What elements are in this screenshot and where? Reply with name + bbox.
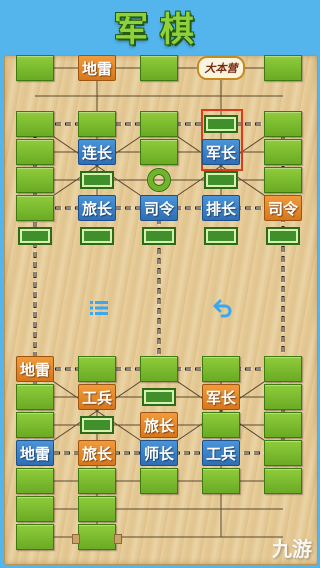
board-slot[interactable] <box>264 139 302 165</box>
board-slot[interactable] <box>16 111 54 137</box>
headquarters-tab <box>72 534 80 544</box>
board-slot[interactable] <box>78 496 116 522</box>
frontline-post[interactable] <box>18 227 52 245</box>
board-slot[interactable] <box>264 440 302 466</box>
watermark-text: 九游 <box>272 537 312 561</box>
frontline-post[interactable] <box>80 227 114 245</box>
move-target-ring[interactable] <box>148 169 170 191</box>
piece-army-commander[interactable]: 军长 <box>202 139 240 165</box>
board-slot[interactable] <box>264 384 302 410</box>
camp-post[interactable] <box>204 115 238 133</box>
board-slot[interactable] <box>16 412 54 438</box>
game-board: 地雷 大本营 连长 军长 旅长 司令 排长 司令 地雷 工兵 军长 旅长 地雷 … <box>4 55 318 565</box>
board-slot[interactable] <box>16 139 54 165</box>
board-slot[interactable] <box>264 356 302 382</box>
menu-list-button[interactable] <box>87 296 111 320</box>
board-slot[interactable] <box>202 412 240 438</box>
camp-post[interactable] <box>204 171 238 189</box>
board-slot[interactable] <box>264 412 302 438</box>
board-slot[interactable] <box>16 167 54 193</box>
headquarters-tab <box>114 534 122 544</box>
frontline-post[interactable] <box>142 227 176 245</box>
piece-brigade-commander[interactable]: 旅长 <box>78 195 116 221</box>
piece-brigade-commander[interactable]: 旅长 <box>78 440 116 466</box>
game-title-banner: 军棋 <box>0 0 320 52</box>
piece-landmine[interactable]: 地雷 <box>16 440 54 466</box>
piece-engineer[interactable]: 工兵 <box>202 440 240 466</box>
board-slot[interactable] <box>140 468 178 494</box>
piece-company-commander[interactable]: 连长 <box>78 139 116 165</box>
frontline-post[interactable] <box>204 227 238 245</box>
board-slot[interactable] <box>16 195 54 221</box>
board-slot[interactable] <box>264 55 302 81</box>
piece-division-commander[interactable]: 师长 <box>140 440 178 466</box>
piece-army-commander[interactable]: 军长 <box>202 384 240 410</box>
piece-commander-in-chief[interactable]: 司令 <box>264 195 302 221</box>
piece-landmine[interactable]: 地雷 <box>16 356 54 382</box>
frontline-post[interactable] <box>266 227 300 245</box>
undo-button[interactable] <box>211 296 235 320</box>
piece-landmine[interactable]: 地雷 <box>78 55 116 81</box>
board-slot[interactable] <box>16 524 54 550</box>
board-slot[interactable] <box>16 384 54 410</box>
undo-icon <box>213 299 232 318</box>
board-slot[interactable] <box>140 356 178 382</box>
list-icon <box>90 301 108 315</box>
piece-commander-in-chief[interactable]: 司令 <box>140 195 178 221</box>
headquarters[interactable]: 大本营 <box>197 56 245 80</box>
board-slot[interactable] <box>78 111 116 137</box>
headquarters-slot[interactable] <box>72 524 122 550</box>
board-slot[interactable] <box>16 496 54 522</box>
piece-engineer[interactable]: 工兵 <box>78 384 116 410</box>
board-slot[interactable] <box>202 356 240 382</box>
camp-post[interactable] <box>80 171 114 189</box>
board-slot[interactable] <box>264 468 302 494</box>
camp-post[interactable] <box>80 416 114 434</box>
piece-platoon-leader[interactable]: 排长 <box>202 195 240 221</box>
piece-brigade-commander[interactable]: 旅长 <box>140 412 178 438</box>
camp-post[interactable] <box>142 388 176 406</box>
board-slot[interactable] <box>78 468 116 494</box>
board-slot[interactable] <box>16 468 54 494</box>
board-slot[interactable] <box>16 55 54 81</box>
site-watermark: 九游 <box>272 533 312 562</box>
board-slot[interactable] <box>264 111 302 137</box>
board-slot[interactable] <box>264 167 302 193</box>
board-slot[interactable] <box>140 139 178 165</box>
board-slot[interactable] <box>78 356 116 382</box>
board-slot[interactable] <box>140 111 178 137</box>
game-title: 军棋 <box>114 9 206 50</box>
board-slot[interactable] <box>140 55 178 81</box>
board-slot[interactable] <box>202 468 240 494</box>
